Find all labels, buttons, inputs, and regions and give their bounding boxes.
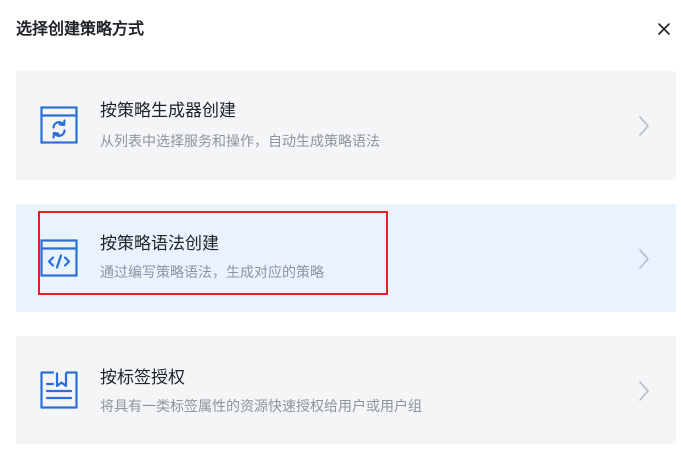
close-icon[interactable] [657, 22, 671, 36]
option-policy-syntax[interactable]: 按策略语法创建 通过编写策略语法，生成对应的策略 [16, 204, 676, 312]
chevron-right-icon [637, 114, 651, 138]
tag-document-icon [40, 371, 78, 409]
chevron-right-icon [637, 379, 651, 403]
option-title: 按策略生成器创建 [100, 101, 236, 121]
code-window-icon [40, 239, 78, 277]
dialog-title: 选择创建策略方式 [16, 19, 145, 38]
option-description: 将具有一类标签属性的资源快速授权给用户或用户组 [100, 399, 422, 415]
create-policy-dialog: 选择创建策略方式 按策略生成器创建 从列表中选择服务和操作，自动生成策略语法 按… [0, 0, 681, 452]
option-tag-authorization[interactable]: 按标签授权 将具有一类标签属性的资源快速授权给用户或用户组 [16, 336, 676, 444]
refresh-window-icon [40, 106, 78, 144]
option-description: 通过编写策略语法，生成对应的策略 [100, 265, 324, 281]
option-policy-generator[interactable]: 按策略生成器创建 从列表中选择服务和操作，自动生成策略语法 [16, 71, 676, 180]
option-title: 按策略语法创建 [100, 234, 219, 254]
chevron-right-icon [637, 247, 651, 271]
option-description: 从列表中选择服务和操作，自动生成策略语法 [100, 134, 380, 150]
option-title: 按标签授权 [100, 368, 185, 388]
